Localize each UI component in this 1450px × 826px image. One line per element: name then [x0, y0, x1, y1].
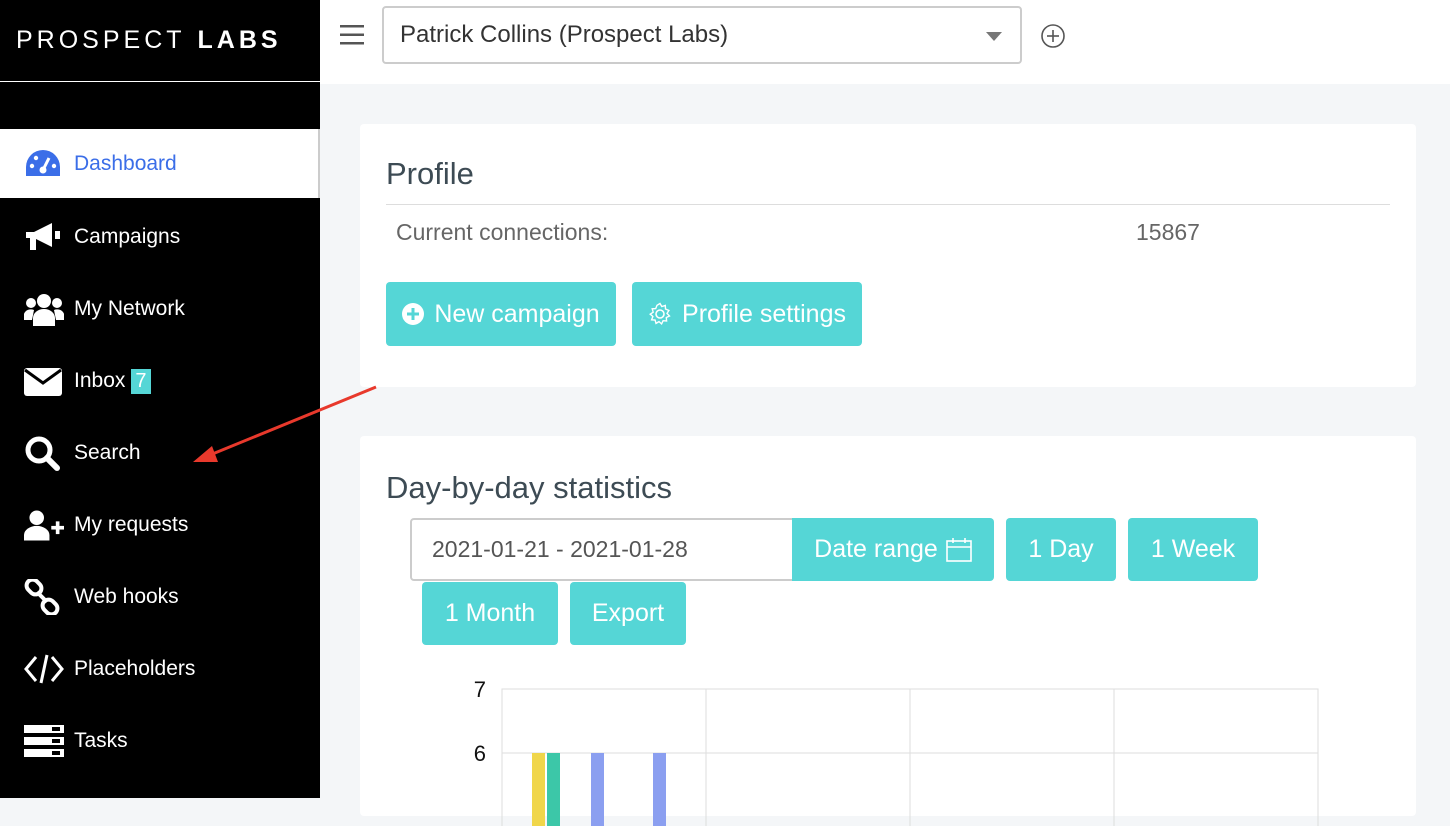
- account-select[interactable]: Patrick Collins (Prospect Labs): [382, 6, 1022, 64]
- envelope-icon: [24, 361, 64, 401]
- chevron-down-icon: [986, 32, 1002, 41]
- sidebar-item-inbox[interactable]: Inbox 7: [0, 345, 320, 417]
- chart-bar: [653, 753, 666, 826]
- one-week-label: 1 Week: [1150, 535, 1236, 563]
- hamburger-menu-icon[interactable]: [340, 24, 364, 48]
- sidebar-item-tasks[interactable]: Tasks: [0, 705, 320, 777]
- sidebar: PROSPECT LABS Dashboard Campaigns My Net…: [0, 0, 320, 798]
- sidebar-item-my-requests[interactable]: My requests: [0, 489, 320, 561]
- sidebar-item-placeholders[interactable]: Placeholders: [0, 633, 320, 705]
- inbox-count-badge: 7: [131, 368, 151, 394]
- one-month-label: 1 Month: [444, 599, 536, 627]
- chart-grid: [501, 688, 1319, 826]
- sidebar-nav: Dashboard Campaigns My Network Inbox 7 S…: [0, 129, 320, 777]
- new-campaign-label: New campaign: [434, 299, 600, 328]
- code-icon: [24, 649, 64, 689]
- y-tick-label: 6: [474, 741, 486, 766]
- sidebar-item-label: Inbox: [74, 369, 126, 392]
- one-month-button[interactable]: 1 Month: [422, 582, 558, 645]
- sidebar-item-dashboard[interactable]: Dashboard: [0, 129, 320, 198]
- plus-circle-icon: [402, 303, 425, 325]
- link-icon: [24, 577, 64, 617]
- user-plus-icon: [24, 505, 64, 545]
- search-icon: [24, 433, 64, 473]
- new-campaign-button[interactable]: New campaign: [386, 282, 616, 346]
- users-icon: [24, 289, 64, 329]
- profile-settings-button[interactable]: Profile settings: [632, 282, 862, 346]
- sidebar-item-label: Web hooks: [74, 585, 179, 608]
- top-bar: Patrick Collins (Prospect Labs): [320, 0, 1450, 84]
- sidebar-item-label: My requests: [74, 513, 189, 536]
- date-range-value: 2021-01-21 - 2021-01-28: [432, 536, 688, 562]
- chart-bar: [591, 753, 604, 826]
- export-label: Export: [591, 599, 665, 627]
- statistics-chart: 7 6: [474, 677, 1319, 826]
- sidebar-item-label: Dashboard: [74, 151, 177, 175]
- chart-bar: [532, 753, 545, 826]
- connections-value: 15867: [1136, 219, 1200, 245]
- chart-bars: [532, 753, 666, 826]
- dashboard-gauge-icon: [24, 144, 64, 184]
- one-day-button[interactable]: 1 Day: [1006, 518, 1116, 581]
- server-icon: [24, 721, 64, 761]
- brand-bold: LABS: [197, 26, 282, 54]
- divider: [386, 204, 1390, 205]
- sidebar-item-campaigns[interactable]: Campaigns: [0, 201, 320, 273]
- sidebar-item-label: Campaigns: [74, 225, 181, 248]
- profile-card: Profile Current connections: 15867 New c…: [360, 124, 1416, 387]
- sidebar-item-web-hooks[interactable]: Web hooks: [0, 561, 320, 633]
- statistics-card: Day-by-day statistics 2021-01-21 - 2021-…: [360, 436, 1416, 826]
- sidebar-item-label: Search: [74, 441, 141, 464]
- one-week-button[interactable]: 1 Week: [1128, 518, 1258, 581]
- megaphone-icon: [24, 217, 64, 257]
- connections-label: Current connections:: [396, 219, 609, 245]
- add-account-icon[interactable]: [1040, 23, 1066, 49]
- brand-logo[interactable]: PROSPECT LABS: [0, 0, 320, 82]
- export-button[interactable]: Export: [570, 582, 686, 645]
- one-day-label: 1 Day: [1028, 535, 1094, 563]
- statistics-title: Day-by-day statistics: [386, 470, 672, 505]
- profile-title: Profile: [386, 156, 474, 191]
- date-range-label: Date range: [814, 535, 938, 563]
- gear-icon: [648, 302, 672, 326]
- date-range-input[interactable]: 2021-01-21 - 2021-01-28: [410, 518, 794, 581]
- chart-bar: [547, 753, 560, 826]
- calendar-icon: [946, 537, 972, 562]
- account-select-value: Patrick Collins (Prospect Labs): [400, 21, 729, 48]
- sidebar-item-label: Tasks: [74, 729, 128, 752]
- sidebar-item-label: Placeholders: [74, 657, 196, 680]
- y-tick-label: 7: [474, 677, 486, 702]
- profile-settings-label: Profile settings: [682, 299, 846, 328]
- date-range-button[interactable]: Date range: [792, 518, 994, 581]
- sidebar-item-search[interactable]: Search: [0, 417, 320, 489]
- brand-light: PROSPECT: [16, 26, 186, 54]
- sidebar-item-my-network[interactable]: My Network: [0, 273, 320, 345]
- sidebar-item-label: My Network: [74, 297, 185, 320]
